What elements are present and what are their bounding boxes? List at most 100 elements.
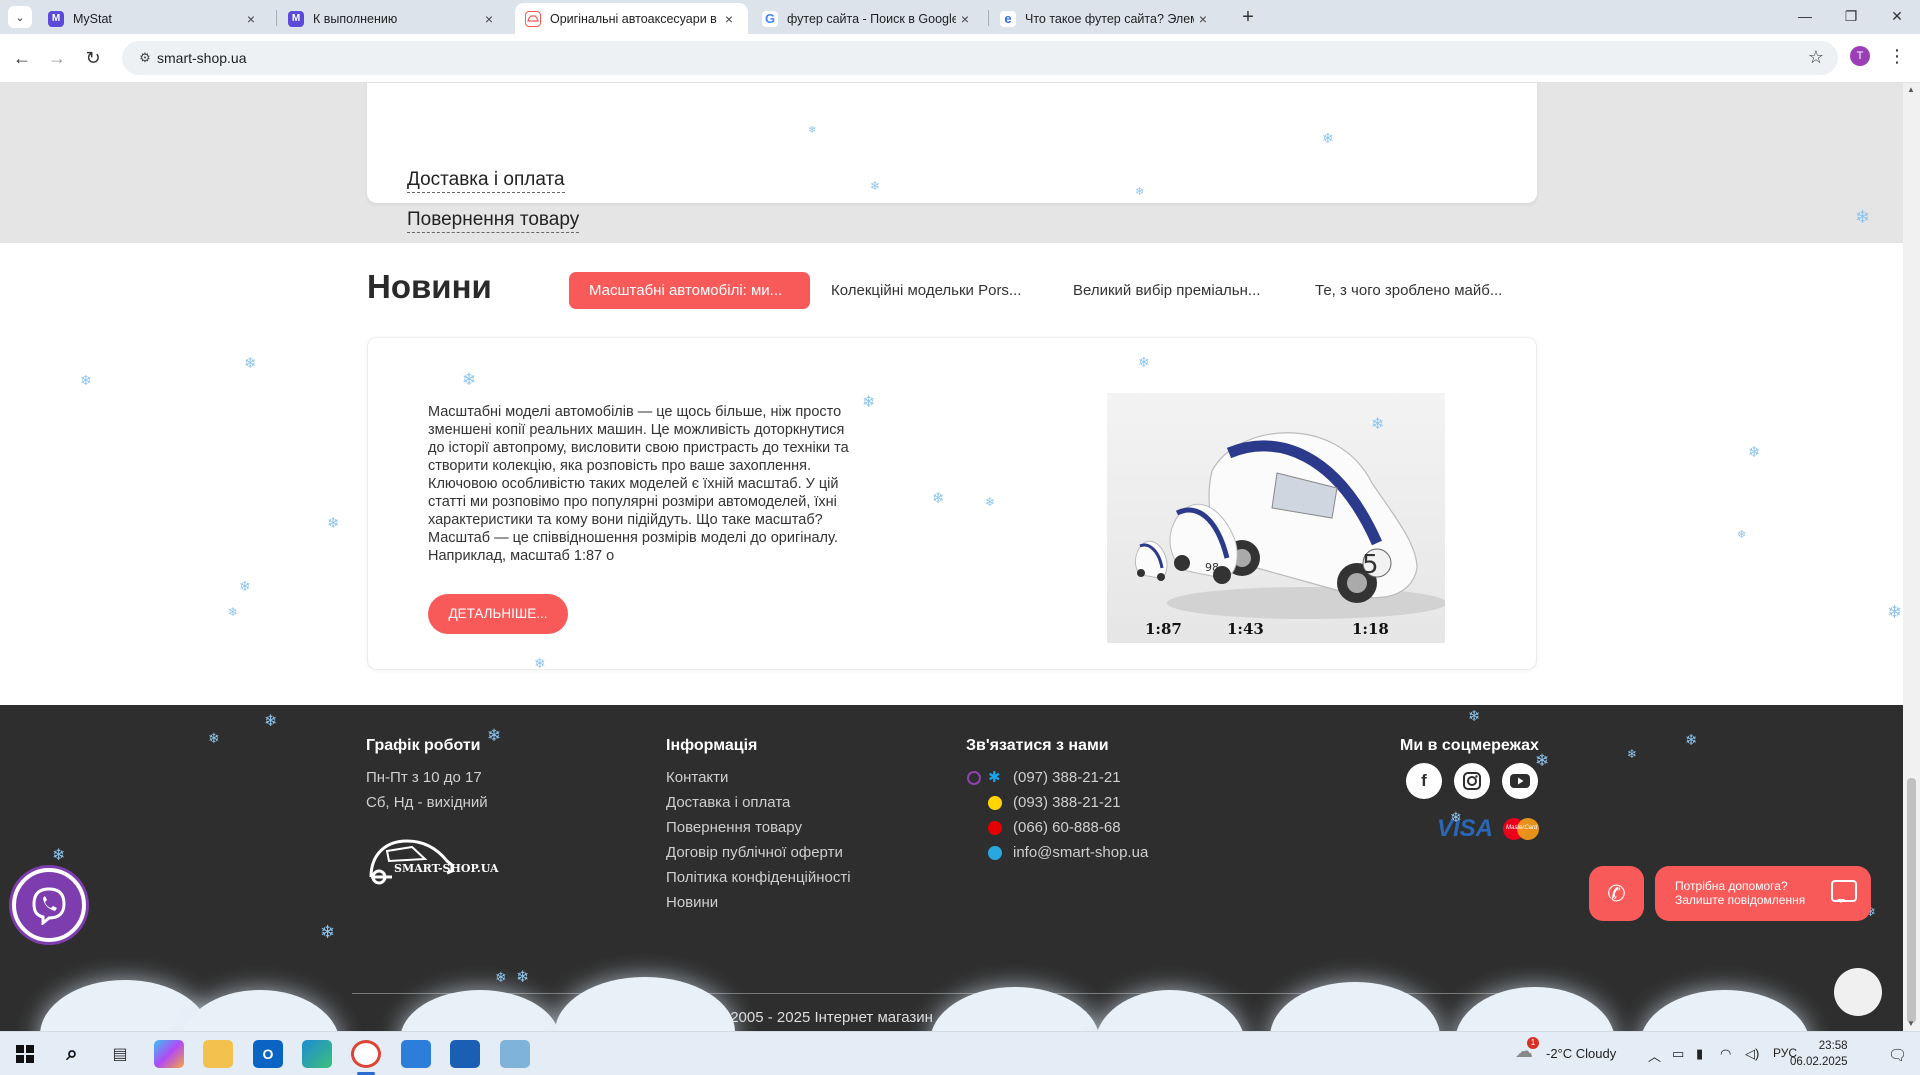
- site-settings-icon[interactable]: ⚙: [136, 49, 154, 67]
- news-tab-premium-choice[interactable]: Великий вибір преміальн...: [1053, 272, 1280, 309]
- close-tab-icon[interactable]: ×: [480, 11, 498, 27]
- delivery-link[interactable]: Доставка і оплата: [407, 169, 565, 193]
- snowflake-icon: ❄: [327, 515, 340, 532]
- show-hidden-icons-icon[interactable]: ︿: [1648, 1046, 1661, 1065]
- google-favicon-icon: G: [762, 10, 778, 27]
- logo-text: SMART-SHOP.UA: [394, 862, 499, 875]
- windows-start-icon[interactable]: [10, 1040, 40, 1068]
- app-icon[interactable]: [401, 1040, 431, 1068]
- phone-kyivstar[interactable]: (097) 388-21-21: [1013, 769, 1121, 786]
- snowflake-icon: ❄: [228, 605, 239, 619]
- app-icon[interactable]: [500, 1040, 530, 1068]
- close-window-button[interactable]: ✕: [1874, 4, 1920, 28]
- viber-chat-button[interactable]: [12, 868, 86, 942]
- phone-vodafone[interactable]: (066) 60-888-68: [1013, 819, 1121, 836]
- new-tab-button[interactable]: +: [1234, 4, 1262, 30]
- footer-link-contacts[interactable]: Контакти: [666, 769, 728, 786]
- weather-text[interactable]: -2°C Cloudy: [1546, 1046, 1616, 1061]
- chrome-icon[interactable]: [351, 1040, 381, 1068]
- scroll-up-icon[interactable]: ▲: [1907, 85, 1915, 94]
- browser-menu-icon[interactable]: ⋮: [1888, 46, 1906, 67]
- instagram-icon[interactable]: [1454, 763, 1490, 799]
- lifecell-icon: [988, 796, 1002, 810]
- returns-link[interactable]: Повернення товару: [407, 209, 580, 233]
- snowflake-icon: ❄: [1737, 529, 1747, 541]
- tab-title: футер сайта - Поиск в Google: [787, 11, 956, 26]
- help-subtitle: Залиште повідомлення: [1675, 893, 1806, 907]
- browser-tab-bar: ⌄ M MyStat × M К выполнению × Оригінальн…: [0, 0, 1920, 34]
- snow-drift: [555, 977, 735, 1031]
- taskbar-clock[interactable]: 23:58 06.02.2025: [1790, 1038, 1848, 1070]
- windows-taskbar: ⌕ ▤ O ☁ 1 -2°C Cloudy ︿ ▭ ▮ ◠ ◁) РУС 23:…: [0, 1031, 1920, 1075]
- minimize-window-button[interactable]: —: [1782, 4, 1828, 28]
- info-heading: Інформація: [666, 737, 758, 754]
- smart-shop-logo[interactable]: SMART-SHOP.UA: [367, 833, 517, 888]
- browser-tab-mystat[interactable]: M MyStat ×: [38, 3, 270, 34]
- youtube-icon[interactable]: [1502, 763, 1538, 799]
- outlook-icon[interactable]: O: [253, 1040, 283, 1068]
- reload-button[interactable]: ↻: [79, 44, 107, 72]
- facebook-icon[interactable]: f: [1406, 763, 1442, 799]
- browser-tab-smart-shop[interactable]: Оригінальні автоаксесуари в У ×: [515, 3, 748, 34]
- tab-search-menu-button[interactable]: ⌄: [8, 6, 32, 28]
- close-tab-icon[interactable]: ×: [242, 11, 260, 27]
- contacts-heading: Зв'язатися з нами: [966, 737, 1109, 754]
- edge-icon[interactable]: [302, 1040, 332, 1068]
- browser-tab-todo[interactable]: M К выполнению ×: [278, 3, 508, 34]
- schedule-heading: Графік роботи: [366, 737, 481, 754]
- volume-icon[interactable]: ◁): [1745, 1046, 1759, 1062]
- mastercard-logo: MasterCard: [1503, 818, 1539, 840]
- help-message-button[interactable]: Потрібна допомога? Залиште повідомлення: [1655, 866, 1871, 921]
- wifi-icon[interactable]: ◠: [1720, 1046, 1731, 1062]
- restore-window-button[interactable]: ❐: [1828, 4, 1874, 28]
- battery-icon[interactable]: ▮: [1696, 1046, 1703, 1062]
- snow-drift: [1095, 990, 1245, 1031]
- notification-icon[interactable]: 🗨: [1888, 1046, 1907, 1064]
- footer-link-returns[interactable]: Повернення товару: [666, 819, 802, 836]
- browser-tab-footer-article[interactable]: e Что такое футер сайта? Элеме ×: [990, 3, 1222, 34]
- phone-lifecell[interactable]: (093) 388-21-21: [1013, 794, 1121, 811]
- car-favicon-icon: [525, 10, 541, 27]
- viber-icon: [967, 771, 981, 785]
- scroll-down-icon[interactable]: ▼: [1907, 1019, 1915, 1028]
- car-number-98: 98: [1205, 561, 1219, 574]
- vertical-scrollbar[interactable]: ▲ ▼: [1903, 83, 1920, 1031]
- tab-title: К выполнению: [313, 11, 398, 26]
- meet-now-icon[interactable]: ▭: [1672, 1046, 1684, 1062]
- footer-link-privacy[interactable]: Політика конфіденційності: [666, 869, 851, 886]
- weather-alert-badge: 1: [1527, 1037, 1539, 1049]
- scale-label-1-43: 1:43: [1227, 620, 1264, 638]
- snow-drift: [1640, 990, 1810, 1031]
- forward-button[interactable]: →: [43, 44, 71, 72]
- close-tab-icon[interactable]: ×: [956, 11, 974, 27]
- address-bar[interactable]: ⚙ smart-shop.ua ☆: [122, 41, 1838, 75]
- app-icon[interactable]: [450, 1040, 480, 1068]
- scroll-top-button[interactable]: [1834, 968, 1882, 1016]
- task-view-icon[interactable]: ▤: [105, 1040, 135, 1068]
- file-explorer-icon[interactable]: [203, 1040, 233, 1068]
- read-more-button[interactable]: ДЕТАЛЬНІШЕ...: [428, 594, 568, 634]
- news-tab-scale-cars[interactable]: Масштабні автомобілі: ми...: [569, 272, 810, 309]
- back-button[interactable]: ←: [8, 44, 36, 72]
- url-text[interactable]: smart-shop.ua: [157, 50, 246, 66]
- email-link[interactable]: info@smart-shop.ua: [1013, 844, 1148, 861]
- news-tab-porsche-models[interactable]: Колекційні модельки Pors...: [811, 272, 1041, 309]
- news-tab-future-made[interactable]: Те, з чого зроблено майб...: [1295, 272, 1522, 309]
- close-tab-icon[interactable]: ×: [1194, 11, 1212, 27]
- footer-link-delivery[interactable]: Доставка і оплата: [666, 794, 790, 811]
- mystat-favicon-icon: M: [48, 10, 64, 27]
- footer-link-offer[interactable]: Договір публічної оферти: [666, 844, 843, 861]
- copilot-icon[interactable]: [154, 1040, 184, 1068]
- search-icon[interactable]: ⌕: [57, 1040, 87, 1068]
- footer-link-news[interactable]: Новини: [666, 894, 718, 911]
- vodafone-icon: [988, 821, 1002, 835]
- schedule-weekend: Сб, Нд - вихідний: [366, 794, 488, 811]
- info-links-card: Доставка і оплата Повернення товару: [367, 83, 1537, 233]
- callback-phone-button[interactable]: ✆: [1589, 866, 1644, 921]
- chat-bubble-icon: [1831, 880, 1857, 903]
- scrollbar-thumb[interactable]: [1907, 778, 1916, 1023]
- browser-tab-google[interactable]: G футер сайта - Поиск в Google ×: [752, 3, 984, 34]
- bookmark-star-icon[interactable]: ☆: [1808, 47, 1824, 68]
- profile-avatar[interactable]: T: [1850, 46, 1870, 66]
- close-tab-icon[interactable]: ×: [720, 11, 738, 27]
